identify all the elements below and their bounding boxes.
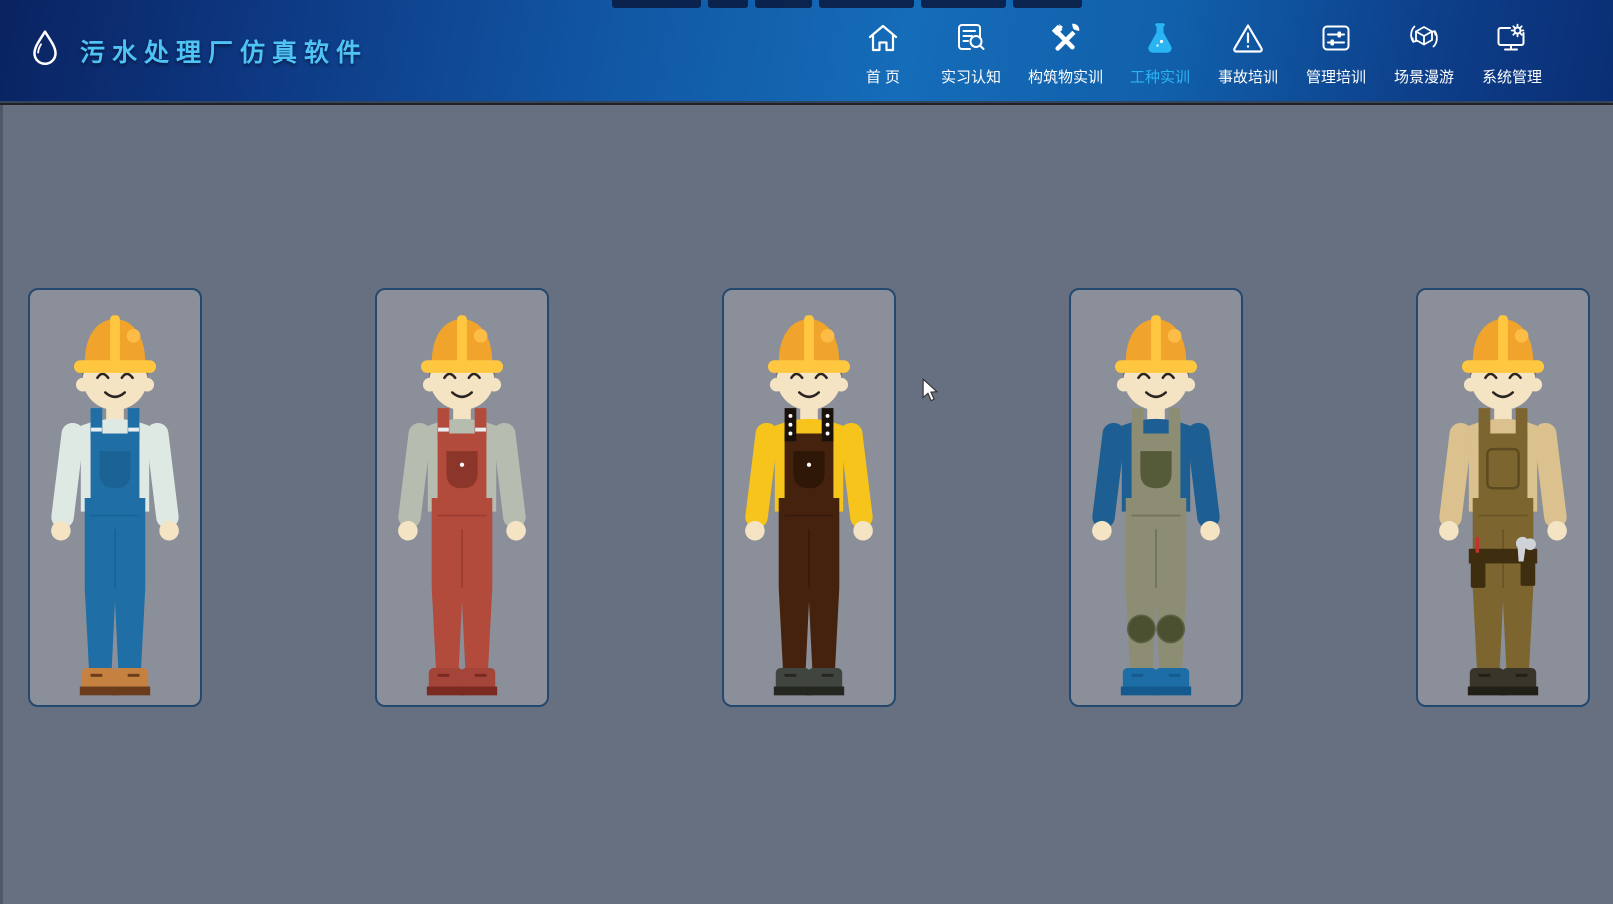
worker-card-blue[interactable]	[28, 288, 202, 707]
nav-item-structures[interactable]: 构筑物实训	[1028, 18, 1103, 87]
nav-label: 事故培训	[1218, 66, 1278, 87]
nav-label: 首 页	[866, 66, 900, 87]
system-settings-icon	[1494, 18, 1530, 56]
header: 污水处理厂仿真软件 首 页	[0, 0, 1613, 103]
app-title: 污水处理厂仿真软件	[80, 33, 368, 69]
main-nav: 首 页 实习认知	[852, 0, 1613, 101]
nav-label: 实习认知	[941, 66, 1001, 87]
app-window: 污水处理厂仿真软件 首 页	[0, 0, 1613, 904]
clipped-text-banner	[612, 0, 1082, 8]
worker-figure	[1071, 290, 1241, 705]
worker-card-khaki[interactable]	[1416, 288, 1590, 707]
content-area	[0, 105, 1613, 904]
nav-item-roaming[interactable]: 场景漫游	[1393, 18, 1455, 87]
document-search-icon	[953, 18, 989, 56]
crossed-tools-icon	[1047, 18, 1083, 56]
flask-icon	[1142, 18, 1178, 56]
water-drop-icon	[26, 28, 64, 73]
nav-label: 工种实训	[1130, 66, 1190, 87]
nav-item-system[interactable]: 系统管理	[1481, 18, 1543, 87]
nav-item-jobtypes[interactable]: 工种实训	[1129, 18, 1191, 87]
nav-label: 管理培训	[1306, 66, 1366, 87]
worker-card-red[interactable]	[375, 288, 549, 707]
nav-label: 场景漫游	[1394, 66, 1454, 87]
nav-label: 构筑物实训	[1028, 66, 1103, 87]
worker-figure	[724, 290, 894, 705]
cube-roam-icon	[1406, 18, 1442, 56]
home-icon	[865, 18, 901, 56]
nav-item-home[interactable]: 首 页	[852, 18, 914, 87]
brand: 污水处理厂仿真软件	[0, 28, 368, 73]
warning-triangle-icon	[1230, 18, 1266, 56]
nav-item-management[interactable]: 管理培训	[1305, 18, 1367, 87]
nav-label: 系统管理	[1482, 66, 1542, 87]
worker-card-olive[interactable]	[1069, 288, 1243, 707]
worker-figure	[377, 290, 547, 705]
nav-item-accidents[interactable]: 事故培训	[1217, 18, 1279, 87]
worker-figure	[1418, 290, 1588, 705]
worker-figure	[30, 290, 200, 705]
worker-card-brown[interactable]	[722, 288, 896, 707]
nav-item-internship[interactable]: 实习认知	[940, 18, 1002, 87]
sliders-icon	[1318, 18, 1354, 56]
